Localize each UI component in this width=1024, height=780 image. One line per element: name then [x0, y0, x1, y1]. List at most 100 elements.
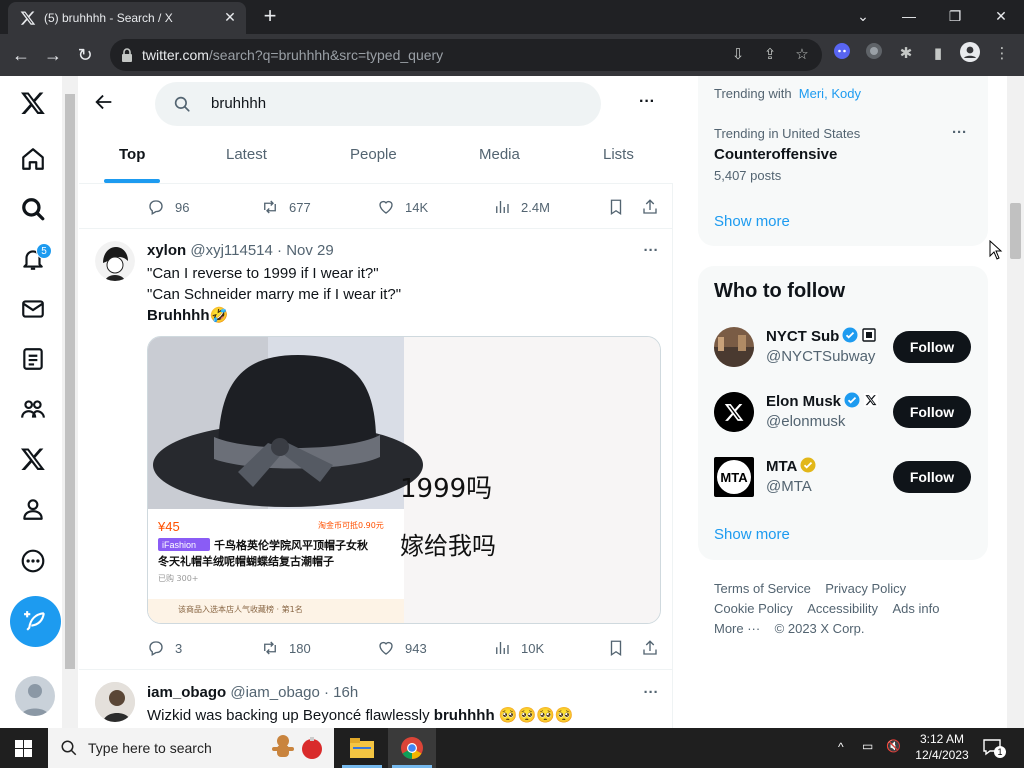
tweet-more-icon[interactable]: ··· — [639, 242, 663, 262]
follow-button[interactable]: Follow — [893, 461, 971, 493]
views-button[interactable]: 2.4M — [493, 197, 550, 217]
tweet-iam-obago[interactable]: iam_obago @iam_obago · 16h ··· Wizkid wa… — [79, 670, 673, 728]
clock-date: 12/4/2023 — [915, 748, 969, 762]
notification-center-icon[interactable]: 1 — [982, 738, 1006, 758]
taskbar-search-input[interactable]: Type here to search — [48, 728, 334, 768]
follow-button[interactable]: Follow — [893, 396, 971, 428]
communities-icon[interactable] — [20, 396, 50, 426]
more-circle-icon[interactable] — [20, 548, 50, 578]
page-scrollbar[interactable] — [1007, 76, 1024, 728]
back-arrow-icon[interactable]: ← — [8, 42, 34, 68]
window-close-icon[interactable]: ✕ — [986, 4, 1016, 28]
footer-cookie[interactable]: Cookie Policy — [714, 601, 793, 616]
profile-person-icon[interactable] — [20, 496, 50, 526]
share-button[interactable] — [641, 197, 669, 217]
network-icon[interactable]: ▭ — [862, 739, 873, 779]
views-button[interactable]: 10K — [493, 638, 544, 658]
start-windows-icon[interactable] — [0, 728, 48, 768]
tray-chevron-icon[interactable]: ^ — [838, 740, 844, 780]
bookmark-button[interactable] — [607, 197, 635, 217]
left-scrollbar[interactable] — [62, 76, 78, 728]
follow-name[interactable]: MTA — [766, 457, 816, 475]
compose-post-button[interactable] — [10, 596, 61, 647]
address-bar[interactable]: twitter.com/search?q=bruhhhh&src=typed_q… — [110, 39, 822, 71]
share-button[interactable] — [641, 638, 669, 658]
account-avatar[interactable] — [15, 676, 55, 716]
messages-envelope-icon[interactable] — [20, 296, 50, 326]
trend-topic[interactable]: Counteroffensive — [714, 146, 837, 163]
browser-tab[interactable]: (5) bruhhhh - Search / X ✕ — [8, 2, 246, 34]
tab-people[interactable]: People — [350, 146, 397, 163]
trend-more-icon[interactable]: ··· — [952, 124, 967, 141]
tab-close-icon[interactable]: ✕ — [220, 7, 240, 27]
reply-button[interactable]: 96 — [147, 197, 189, 217]
tweet-avatar[interactable] — [95, 682, 135, 722]
search-icon — [174, 96, 190, 112]
volume-muted-icon[interactable]: 🔇 — [886, 739, 901, 779]
tab-lists[interactable]: Lists — [603, 146, 634, 163]
tweet-more-icon[interactable]: ··· — [639, 684, 663, 704]
file-explorer-icon[interactable] — [338, 728, 386, 768]
forward-arrow-icon[interactable]: → — [40, 42, 66, 68]
chrome-taskbar-icon[interactable] — [388, 728, 436, 768]
tab-latest[interactable]: Latest — [226, 146, 267, 163]
follow-button[interactable]: Follow — [893, 331, 971, 363]
trending-link-meri[interactable]: Meri — [799, 86, 824, 101]
puzzle-extensions-icon[interactable]: ✱ — [894, 42, 918, 66]
follow-handle: @elonmusk — [766, 413, 846, 430]
repost-button[interactable]: 180 — [261, 638, 311, 658]
follow-name[interactable]: NYCT Sub — [766, 327, 877, 345]
tweet-avatar[interactable] — [95, 241, 135, 281]
minimize-icon[interactable]: — — [894, 4, 924, 28]
tab-top[interactable]: Top — [119, 146, 145, 163]
explore-search-icon[interactable] — [20, 196, 50, 226]
reply-icon — [149, 200, 163, 215]
reply-button[interactable]: 3 — [147, 638, 182, 658]
discord-extension-icon[interactable] — [830, 42, 854, 66]
footer-privacy[interactable]: Privacy Policy — [825, 581, 906, 596]
tweet-author[interactable]: xylon @xyj114514 · Nov 29 — [147, 242, 334, 259]
kebab-menu-icon[interactable]: ⋮ — [990, 42, 1014, 66]
tab-media[interactable]: Media — [479, 146, 520, 163]
repost-button[interactable]: 677 — [261, 197, 311, 217]
reload-icon[interactable]: ↻ — [72, 42, 98, 68]
premium-x-icon[interactable] — [20, 446, 50, 476]
search-options-more-icon[interactable]: ··· — [635, 92, 659, 116]
restore-icon[interactable]: ❐ — [940, 4, 970, 28]
new-tab-icon[interactable]: + — [258, 5, 282, 29]
tab-title: (5) bruhhhh - Search / X — [44, 11, 173, 25]
footer-ads-info[interactable]: Ads info — [892, 601, 939, 616]
tweet-text-line: Bruhhhh🤣 — [147, 307, 229, 324]
like-button[interactable]: 943 — [377, 638, 427, 658]
bookmark-button[interactable] — [607, 638, 635, 658]
back-arrow-icon[interactable] — [93, 91, 117, 115]
footer-terms[interactable]: Terms of Service — [714, 581, 811, 596]
profile-icon[interactable] — [958, 42, 982, 66]
like-button[interactable]: 14K — [377, 197, 428, 217]
share-icon[interactable]: ⇪ — [758, 43, 782, 67]
trending-show-more[interactable]: Show more — [714, 213, 790, 230]
notification-count: 1 — [994, 746, 1006, 758]
follow-name[interactable]: Elon Musk — [766, 392, 879, 410]
x-affiliate-badge-icon — [864, 393, 879, 407]
elon-avatar[interactable] — [714, 392, 754, 432]
trending-link-kody[interactable]: Kody — [831, 86, 861, 101]
x-home-logo-icon[interactable] — [20, 90, 50, 120]
tweet-media-image[interactable]: ¥45 淘金币可抵0.90元 iFashion 千鸟格英伦学院风平顶帽子女秋 冬… — [147, 336, 661, 624]
footer-more[interactable]: More ··· — [714, 621, 760, 636]
home-icon[interactable] — [20, 146, 50, 176]
bookmark-star-icon[interactable]: ☆ — [790, 43, 814, 67]
install-app-icon[interactable]: ⇩ — [726, 43, 750, 67]
who-to-follow-show-more[interactable]: Show more — [714, 526, 790, 543]
side-panel-icon[interactable]: ▮ — [926, 42, 950, 66]
search-input[interactable]: bruhhhh — [155, 82, 601, 126]
mta-avatar[interactable]: MTA — [714, 457, 754, 497]
extension-icon[interactable] — [862, 42, 886, 66]
tweet-author[interactable]: iam_obago @iam_obago · 16h — [147, 684, 358, 701]
tab-search-icon[interactable]: ⌄ — [848, 4, 878, 28]
main-timeline: bruhhhh ··· Top Latest People Media List… — [79, 76, 673, 728]
lists-icon[interactable] — [20, 346, 50, 376]
footer-accessibility[interactable]: Accessibility — [807, 601, 878, 616]
nyct-avatar[interactable] — [714, 327, 754, 367]
clock[interactable]: 3:12 AM 12/4/2023 — [912, 731, 972, 771]
